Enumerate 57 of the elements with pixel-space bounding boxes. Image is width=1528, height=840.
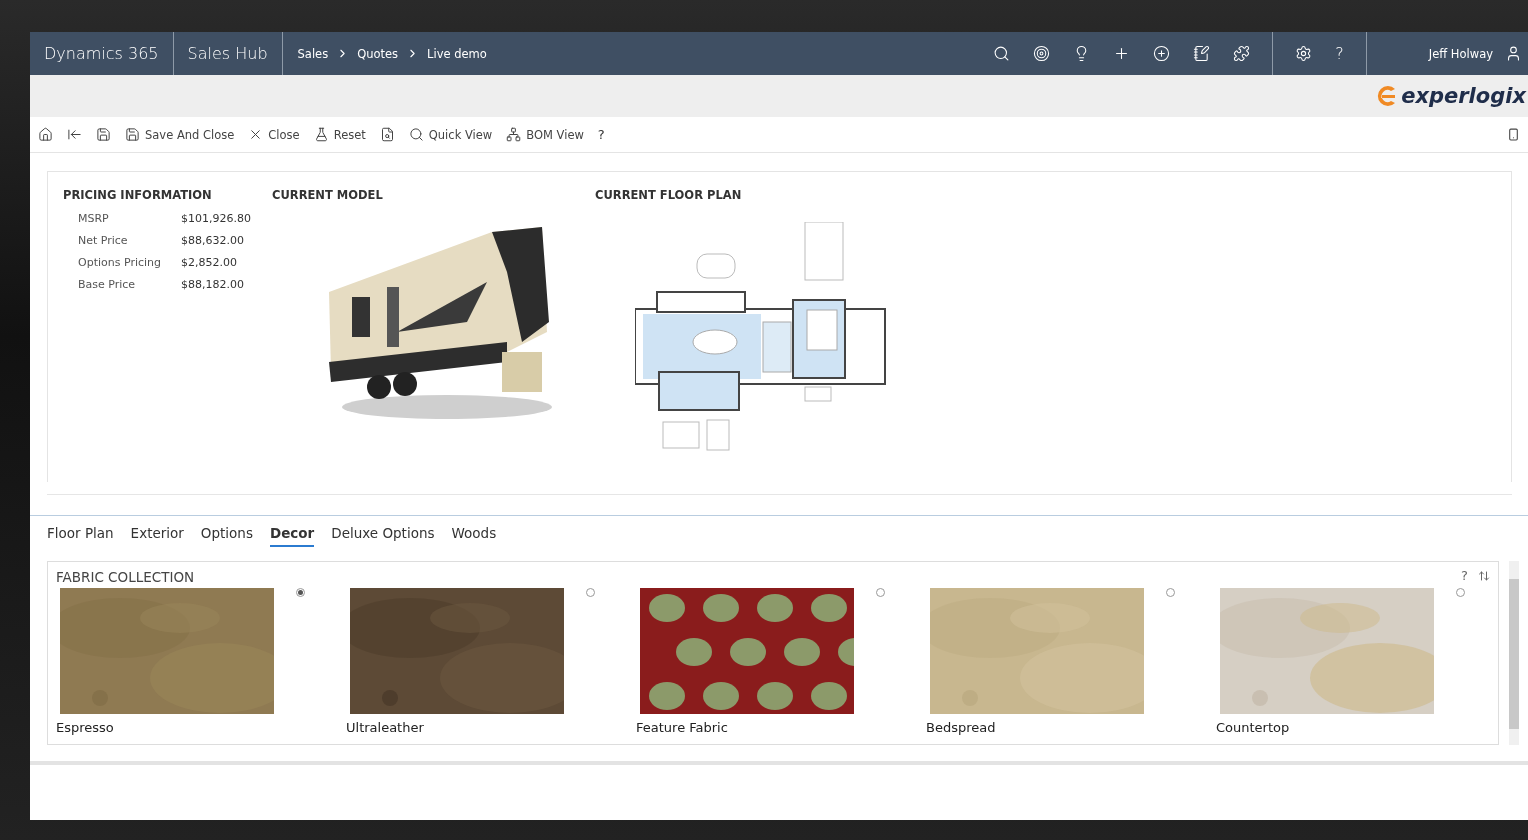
back-button[interactable] (67, 127, 82, 142)
flask-icon (313, 127, 329, 142)
fabric-name: Countertop (1216, 720, 1291, 735)
puzzle-icon[interactable] (1233, 45, 1251, 62)
fabric-name: Bedspread (926, 720, 997, 735)
section-title: PRICING INFORMATION (63, 188, 213, 202)
note-icon[interactable] (1193, 45, 1211, 62)
toolbar-button[interactable]: Close (248, 127, 300, 142)
circle-plus-icon[interactable] (1153, 45, 1171, 62)
help-button[interactable]: ? (597, 127, 605, 142)
price-value: $88,182.00 (181, 278, 245, 291)
hierarchy-icon (506, 127, 522, 142)
save-close-icon (125, 127, 140, 142)
app-title[interactable]: Dynamics 365 (44, 44, 159, 63)
section-title: CURRENT MODEL (272, 188, 384, 202)
search-document-button[interactable] (379, 127, 395, 142)
tab[interactable]: Exterior (130, 525, 184, 547)
toolbar-button[interactable]: Quick View (408, 127, 493, 142)
device-button[interactable] (1507, 128, 1520, 141)
settings-icon[interactable] (1295, 45, 1313, 62)
target-icon[interactable] (1033, 45, 1051, 62)
search-icon (408, 127, 424, 142)
search-icon[interactable] (993, 45, 1011, 62)
tab[interactable]: Decor (269, 525, 315, 547)
fabric-name: Feature Fabric (636, 720, 729, 735)
price-label: MSRP (78, 212, 110, 225)
save-button[interactable] (96, 127, 111, 142)
toolbar-button[interactable]: Reset (313, 127, 366, 142)
section-title: CURRENT FLOOR PLAN (595, 188, 743, 202)
panel-title: FABRIC COLLECTION (56, 569, 195, 585)
tab[interactable]: Floor Plan (47, 525, 114, 547)
breadcrumb-link[interactable]: Quotes (357, 46, 399, 61)
radio-button[interactable] (296, 588, 305, 597)
tab[interactable]: Woods (451, 525, 497, 547)
help-button[interactable]: ? (1461, 568, 1468, 583)
toolbar-button[interactable]: BOM View (506, 127, 584, 142)
user-name[interactable]: Jeff Holway (1428, 46, 1493, 61)
price-value: $88,632.00 (181, 234, 245, 247)
scrollbar[interactable] (1509, 561, 1519, 745)
price-value: $101,926.80 (181, 212, 252, 225)
fabric-name: Ultraleather (346, 720, 425, 735)
price-label: Net Price (78, 234, 129, 247)
price-label: Base Price (78, 278, 137, 291)
help-button[interactable]: ? (1335, 44, 1344, 63)
breadcrumb-link[interactable]: Live demo (427, 46, 487, 61)
tab[interactable]: Deluxe Options (331, 525, 435, 547)
price-label: Options Pricing (78, 256, 162, 269)
breadcrumb-link[interactable]: Sales (297, 46, 329, 61)
sort-icon[interactable] (1478, 569, 1490, 582)
toolbar-button[interactable]: Save And Close (125, 127, 235, 142)
brand-logo: experlogix (1401, 84, 1526, 108)
area-title[interactable]: Sales Hub (187, 44, 268, 63)
home-button[interactable] (38, 127, 53, 142)
price-value: $2,852.00 (181, 256, 238, 269)
user-icon[interactable] (1505, 45, 1522, 62)
tab[interactable]: Options (200, 525, 253, 547)
fabric-name: Espresso (56, 720, 115, 735)
